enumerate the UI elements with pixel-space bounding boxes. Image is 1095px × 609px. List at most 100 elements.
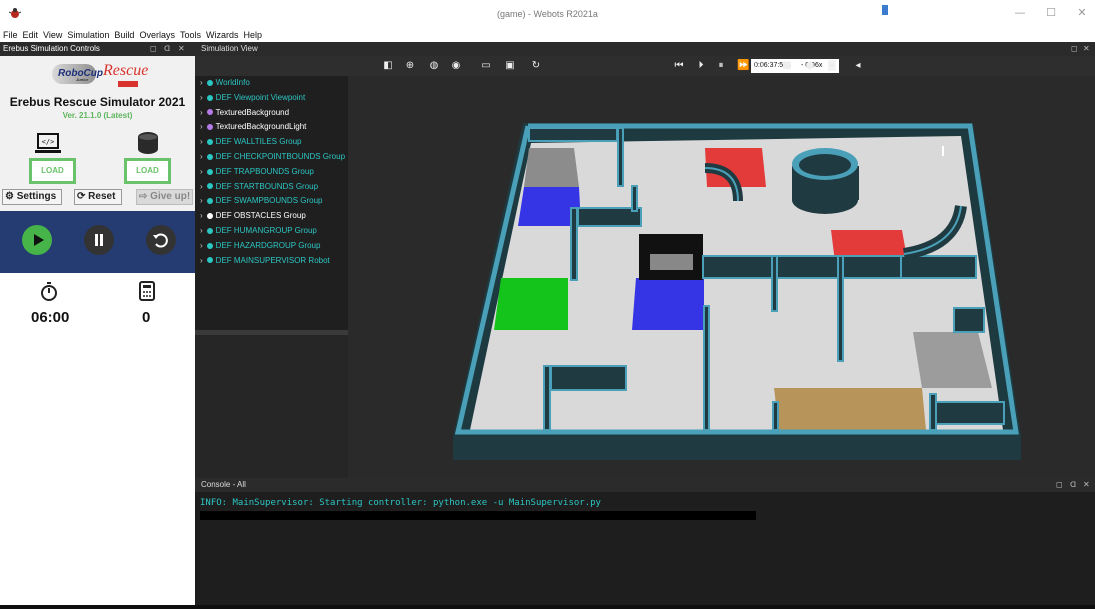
stats-section: 06:00 0 xyxy=(0,273,195,337)
play-icon xyxy=(34,234,44,246)
node-bullet-icon xyxy=(206,109,213,116)
scene-tree-item-label: DEF MAINSUPERVISOR Robot xyxy=(215,255,330,265)
volume-slider-handle[interactable] xyxy=(882,5,888,15)
float-panel-button[interactable]: ◻ xyxy=(150,42,157,56)
scene-tree-item-label: WorldInfo xyxy=(215,78,250,87)
robot-icon xyxy=(138,132,158,154)
play-button[interactable] xyxy=(22,225,52,255)
scene-tree-item-label: DEF OBSTACLES Group xyxy=(215,211,306,221)
webots-window: (game) - Webots R2021a — ☐ ✕ File Edit V… xyxy=(0,0,1095,609)
scene-tree-item[interactable]: › DEF CHECKPOINTBOUNDS Group xyxy=(195,150,348,165)
3d-viewport[interactable] xyxy=(348,76,1095,478)
chevron-right-icon[interactable]: › xyxy=(200,226,203,235)
scene-tree-item-label: DEF CHECKPOINTBOUNDS Group xyxy=(215,151,346,161)
add-node-icon[interactable]: ⊕ xyxy=(404,60,416,72)
settings-button[interactable]: ⚙ Settings xyxy=(2,189,62,205)
menu-wizards[interactable]: Wizards xyxy=(204,28,242,42)
chevron-right-icon[interactable]: › xyxy=(200,167,203,176)
robocup-logo: RoboCup Junior xyxy=(52,64,103,84)
scene-tree-item[interactable]: › TexturedBackgroundLight xyxy=(195,120,348,135)
scene-tree-item[interactable]: › DEF STARTBOUNDS Group xyxy=(195,180,348,195)
chevron-right-icon[interactable]: › xyxy=(200,256,203,265)
undock-panel-button[interactable]: ᗡ xyxy=(164,42,170,56)
scene-tree-item[interactable]: › DEF TRAPBOUNDS Group xyxy=(195,165,348,180)
node-bullet-icon xyxy=(206,94,213,101)
scene-tree-item[interactable]: › DEF SWAMPBOUNDS Group xyxy=(195,194,348,209)
scene-tree-item[interactable]: › DEF HAZARDGROUP Group xyxy=(195,239,348,254)
control-buttons: ⚙ Settings ⟳ Reset ⇨ Give up! xyxy=(0,188,195,208)
reset-button[interactable]: ⟳ Reset xyxy=(74,189,122,205)
chevron-right-icon[interactable]: › xyxy=(200,196,203,205)
chevron-right-icon[interactable]: › xyxy=(200,122,203,131)
menu-simulation[interactable]: Simulation xyxy=(65,28,112,42)
chevron-right-icon[interactable]: › xyxy=(200,108,203,117)
open-world-icon[interactable]: ▭ xyxy=(480,60,492,72)
node-bullet-icon xyxy=(206,153,213,160)
menu-file[interactable]: File xyxy=(1,28,21,42)
field-editor xyxy=(195,335,348,478)
record-movie-icon[interactable]: ■ xyxy=(781,60,793,72)
console-title: Console - All xyxy=(201,480,246,489)
close-button[interactable]: ✕ xyxy=(1074,6,1090,20)
screenshot-icon[interactable]: ◙ xyxy=(826,60,838,72)
save-world-icon[interactable]: ▣ xyxy=(504,60,516,72)
simulation-toolbar: ◧ ⊕ ◍ ◉ ▭ ▣ ↻ 0:06:37:504 - 0.96x ⏮ ⏵ ⏸ … xyxy=(195,56,1095,76)
minimize-button[interactable]: — xyxy=(1012,6,1028,20)
reset-simulation-icon[interactable]: ⏮ xyxy=(673,60,685,72)
timer-value: 06:00 xyxy=(31,309,70,326)
fast-forward-icon[interactable]: ⏩ xyxy=(737,60,749,72)
scene-tree-item-label: DEF HUMANGROUP Group xyxy=(215,225,317,235)
maze-arena xyxy=(453,123,1021,460)
float-view-button[interactable]: ◻ xyxy=(1071,42,1078,56)
toggle-scene-tree-icon[interactable]: ◧ xyxy=(382,60,394,72)
scene-tree-item[interactable]: › DEF Viewpoint Viewpoint xyxy=(195,91,348,106)
view-icon[interactable]: ◉ xyxy=(450,60,462,72)
close-console-button[interactable]: ✕ xyxy=(1083,478,1090,492)
scene-tree-item[interactable]: › TexturedBackground xyxy=(195,106,348,121)
give-up-button[interactable]: ⇨ Give up! xyxy=(136,189,193,205)
victim-marker xyxy=(942,146,944,156)
chevron-right-icon[interactable]: › xyxy=(200,211,203,220)
step-icon[interactable]: ⏵ xyxy=(695,60,707,72)
record-icon[interactable]: ● xyxy=(804,60,816,72)
menu-tools[interactable]: Tools xyxy=(178,28,204,42)
scene-tree-item[interactable]: › DEF HUMANGROUP Group xyxy=(195,224,348,239)
scene-tree-item[interactable]: › DEF WALLTILES Group xyxy=(195,135,348,150)
reload-world-icon[interactable]: ↻ xyxy=(530,60,542,72)
load-robot-button[interactable]: LOAD xyxy=(124,158,171,184)
scene-tree-item-label: DEF HAZARDGROUP Group xyxy=(215,240,321,250)
scene-tree-item[interactable]: › DEF OBSTACLES Group xyxy=(195,209,348,224)
calculator-icon xyxy=(139,281,155,301)
chevron-right-icon[interactable]: › xyxy=(200,182,203,191)
scene-tree-item[interactable]: › WorldInfo xyxy=(195,76,348,91)
close-view-button[interactable]: ✕ xyxy=(1083,42,1090,56)
console-output[interactable]: INFO: MainSupervisor: Starting controlle… xyxy=(195,492,1095,605)
load-code-button[interactable]: LOAD xyxy=(29,158,76,184)
rendering-icon[interactable]: ⬚ xyxy=(753,60,765,72)
restart-button[interactable] xyxy=(146,225,176,255)
chevron-right-icon[interactable]: › xyxy=(200,152,203,161)
volume-icon[interactable]: ◂ xyxy=(852,60,864,72)
close-panel-button[interactable]: ✕ xyxy=(178,42,185,56)
chevron-right-icon[interactable]: › xyxy=(200,241,203,250)
chevron-right-icon[interactable]: › xyxy=(200,137,203,146)
menu-overlays[interactable]: Overlays xyxy=(137,28,178,42)
viewpoint-icon[interactable]: ◍ xyxy=(428,60,440,72)
maximize-button[interactable]: ☐ xyxy=(1043,6,1059,20)
taskbar-strip xyxy=(0,605,1095,609)
undock-console-button[interactable]: ᗡ xyxy=(1070,478,1076,492)
cylinder-obstacle-hole xyxy=(799,154,851,176)
console-header: Console - All ◻ ᗡ ✕ xyxy=(195,478,1095,492)
menu-build[interactable]: Build xyxy=(112,28,137,42)
scene-tree: › WorldInfo › DEF Viewpoint Viewpoint › Textu… xyxy=(195,76,348,478)
menu-edit[interactable]: Edit xyxy=(21,28,42,42)
chevron-right-icon[interactable]: › xyxy=(200,78,203,87)
chevron-right-icon[interactable]: › xyxy=(200,93,203,102)
front-wall-face xyxy=(453,436,1021,460)
float-console-button[interactable]: ◻ xyxy=(1056,478,1063,492)
pause-button[interactable] xyxy=(84,225,114,255)
menu-view[interactable]: View xyxy=(41,28,65,42)
pause-icon[interactable]: ⏸ xyxy=(715,60,727,72)
scene-tree-item[interactable]: › DEF MAINSUPERVISOR Robot xyxy=(195,254,348,269)
menu-help[interactable]: Help xyxy=(241,28,265,42)
